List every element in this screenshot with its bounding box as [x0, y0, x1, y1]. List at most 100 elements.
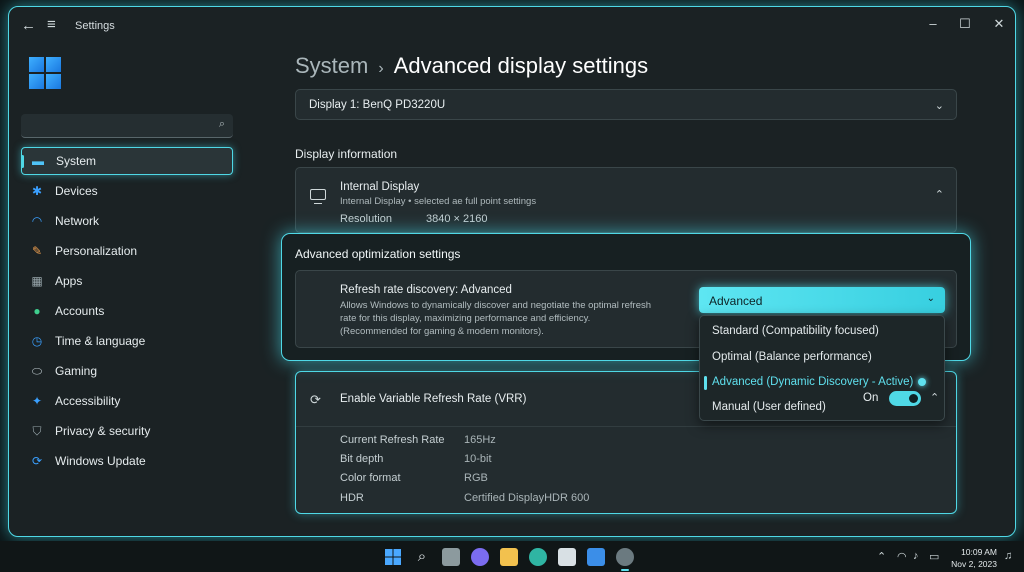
sidebar-item-apps[interactable]: ▦ Apps [21, 267, 233, 295]
sidebar-item-label: Time & language [55, 334, 146, 348]
spec-value-color-format: RGB [464, 472, 488, 484]
sidebar-item-label: Accessibility [55, 394, 121, 408]
taskbar: ⌕ ⌃ ◠ ♪ ▭ 10:09 AM Nov 2, 2023 ♫ [0, 541, 1024, 572]
refresh-rate-description: Allows Windows to dynamically discover a… [340, 299, 700, 338]
display-info-title: Internal Display [340, 181, 420, 193]
spec-label-color-format: Color format [340, 472, 401, 484]
sidebar-nav: ▬ System ✱ Devices ◠ Network ✎ Personali… [21, 147, 233, 477]
sidebar-item-network[interactable]: ◠ Network [21, 207, 233, 235]
sidebar-item-label: Apps [55, 274, 83, 288]
menu-item-advanced[interactable]: Advanced (Dynamic Discovery - Active) [712, 376, 913, 388]
sidebar-item-accounts[interactable]: ● Accounts [21, 297, 233, 325]
refresh-icon: ⟳ [31, 454, 43, 468]
spec-label-bit-depth: Bit depth [340, 453, 384, 465]
sidebar-item-label: Accounts [55, 304, 105, 318]
display-selector-value: Display 1: BenQ PD3220U [309, 99, 446, 111]
active-dot-icon [918, 378, 926, 386]
search-input[interactable]: ⌕ [21, 114, 233, 138]
breadcrumb-parent[interactable]: System [295, 53, 368, 78]
sidebar-item-windows-update[interactable]: ⟳ Windows Update [21, 447, 233, 475]
windows-logo-icon [29, 57, 61, 89]
sidebar-item-privacy-security[interactable]: ⛉ Privacy & security [21, 417, 233, 445]
shield-icon: ⛉ [32, 424, 42, 438]
breadcrumb: System › Advanced display settings [295, 53, 648, 79]
resolution-label: Resolution [340, 213, 392, 225]
sidebar-item-system[interactable]: ▬ System [21, 147, 233, 175]
clock-time[interactable]: 10:09 AM [955, 547, 997, 557]
spec-label-refresh-rate: Current Refresh Rate [340, 434, 445, 446]
refresh-rate-title: Refresh rate discovery: Advanced [340, 284, 512, 296]
settings-icon[interactable] [616, 548, 634, 571]
display-selector[interactable]: Display 1: BenQ PD3220U ⌄ [295, 89, 957, 120]
sidebar-item-accessibility[interactable]: ✦ Accessibility [21, 387, 233, 415]
spec-value-refresh-rate: 165Hz [464, 434, 496, 446]
sidebar-item-gaming[interactable]: ⬭ Gaming [21, 357, 233, 385]
display-information-heading: Display information [295, 147, 398, 161]
vrr-title: Enable Variable Refresh Rate (VRR) [340, 393, 527, 405]
spec-value-bit-depth: 10-bit [464, 453, 492, 465]
description-line: Allows Windows to dynamically discover a… [340, 300, 652, 311]
battery-icon[interactable]: ▭ [929, 550, 939, 563]
breadcrumb-separator: › [378, 60, 384, 77]
sidebar-item-label: Personalization [55, 244, 138, 258]
accessibility-icon: ✦ [31, 394, 43, 408]
hamburger-icon[interactable]: ≡ [47, 16, 56, 33]
sidebar-item-label: Devices [55, 184, 98, 198]
bluetooth-icon: ✱ [31, 184, 43, 198]
menu-item-standard[interactable]: Standard (Compatibility focused) [712, 325, 879, 337]
sidebar-item-label: Gaming [55, 364, 98, 378]
vrr-toggle-label: On [863, 392, 879, 404]
variable-refresh-icon: ⟳ [310, 392, 321, 407]
menu-item-manual[interactable]: Manual (User defined) [712, 401, 826, 413]
back-arrow-icon[interactable]: ← [21, 17, 36, 34]
menu-item-optimal[interactable]: Optimal (Balance performance) [712, 351, 872, 363]
sidebar-item-devices[interactable]: ✱ Devices [21, 177, 233, 205]
toggle-knob [909, 394, 918, 403]
chevron-down-icon: ⌄ [934, 100, 944, 112]
title-bar: ← ≡ Settings – ☐ ✕ [9, 7, 1015, 45]
clock-globe-icon: ◷ [31, 334, 43, 348]
settings-window: ← ≡ Settings – ☐ ✕ ⌕ ▬ System ✱ Devices … [8, 6, 1016, 537]
display-info-card[interactable]: Internal Display Internal Display • sele… [295, 167, 957, 233]
search-icon[interactable]: ⌕ [413, 548, 431, 566]
sidebar-item-time-language[interactable]: ◷ Time & language [21, 327, 233, 355]
notification-bell-icon[interactable]: ♫ [1004, 550, 1012, 562]
chat-icon[interactable] [471, 548, 489, 566]
close-button[interactable]: ✕ [985, 13, 1013, 35]
vrr-toggle[interactable] [889, 391, 921, 406]
sidebar-item-label: Network [55, 214, 100, 228]
store-icon[interactable] [558, 548, 576, 566]
chevron-up-icon[interactable]: ⌃ [877, 550, 886, 563]
display-info-subtitle: Internal Display • selected ae full poin… [340, 196, 537, 207]
system-icon: ▬ [32, 154, 44, 168]
wifi-icon: ◠ [31, 214, 43, 228]
wifi-icon[interactable]: ◠ [897, 550, 907, 563]
sidebar-item-personalization[interactable]: ✎ Personalization [21, 237, 233, 265]
chevron-up-icon[interactable]: ⌃ [930, 391, 939, 404]
brush-icon: ✎ [31, 244, 43, 258]
monitor-icon [310, 189, 326, 204]
description-line: rate for this display, maximizing perfor… [340, 313, 591, 324]
dropdown-value: Advanced [709, 294, 763, 308]
apps-icon: ▦ [31, 274, 43, 288]
minimize-button[interactable]: – [919, 13, 947, 35]
spec-label-hdr: HDR [340, 492, 364, 504]
optimization-heading: Advanced optimization settings [295, 247, 461, 261]
spec-value-hdr: Certified DisplayHDR 600 [464, 492, 590, 504]
page-title: Advanced display settings [393, 53, 649, 78]
clock-date[interactable]: Nov 2, 2023 [947, 559, 997, 569]
divider [296, 426, 956, 427]
refresh-rate-dropdown[interactable]: Advanced ⌄ [699, 287, 945, 313]
selection-indicator [704, 376, 707, 390]
sidebar-item-label: Windows Update [55, 454, 146, 468]
mail-icon[interactable] [587, 548, 605, 566]
search-icon: ⌕ [218, 118, 225, 130]
chevron-up-icon[interactable]: ⌃ [935, 188, 944, 201]
task-view-icon[interactable] [442, 548, 460, 566]
maximize-button[interactable]: ☐ [951, 13, 979, 35]
resolution-value: 3840 × 2160 [426, 213, 488, 225]
volume-icon[interactable]: ♪ [913, 550, 919, 562]
file-explorer-icon[interactable] [500, 548, 518, 566]
windows-start-icon[interactable] [384, 548, 402, 566]
edge-icon[interactable] [529, 548, 547, 566]
